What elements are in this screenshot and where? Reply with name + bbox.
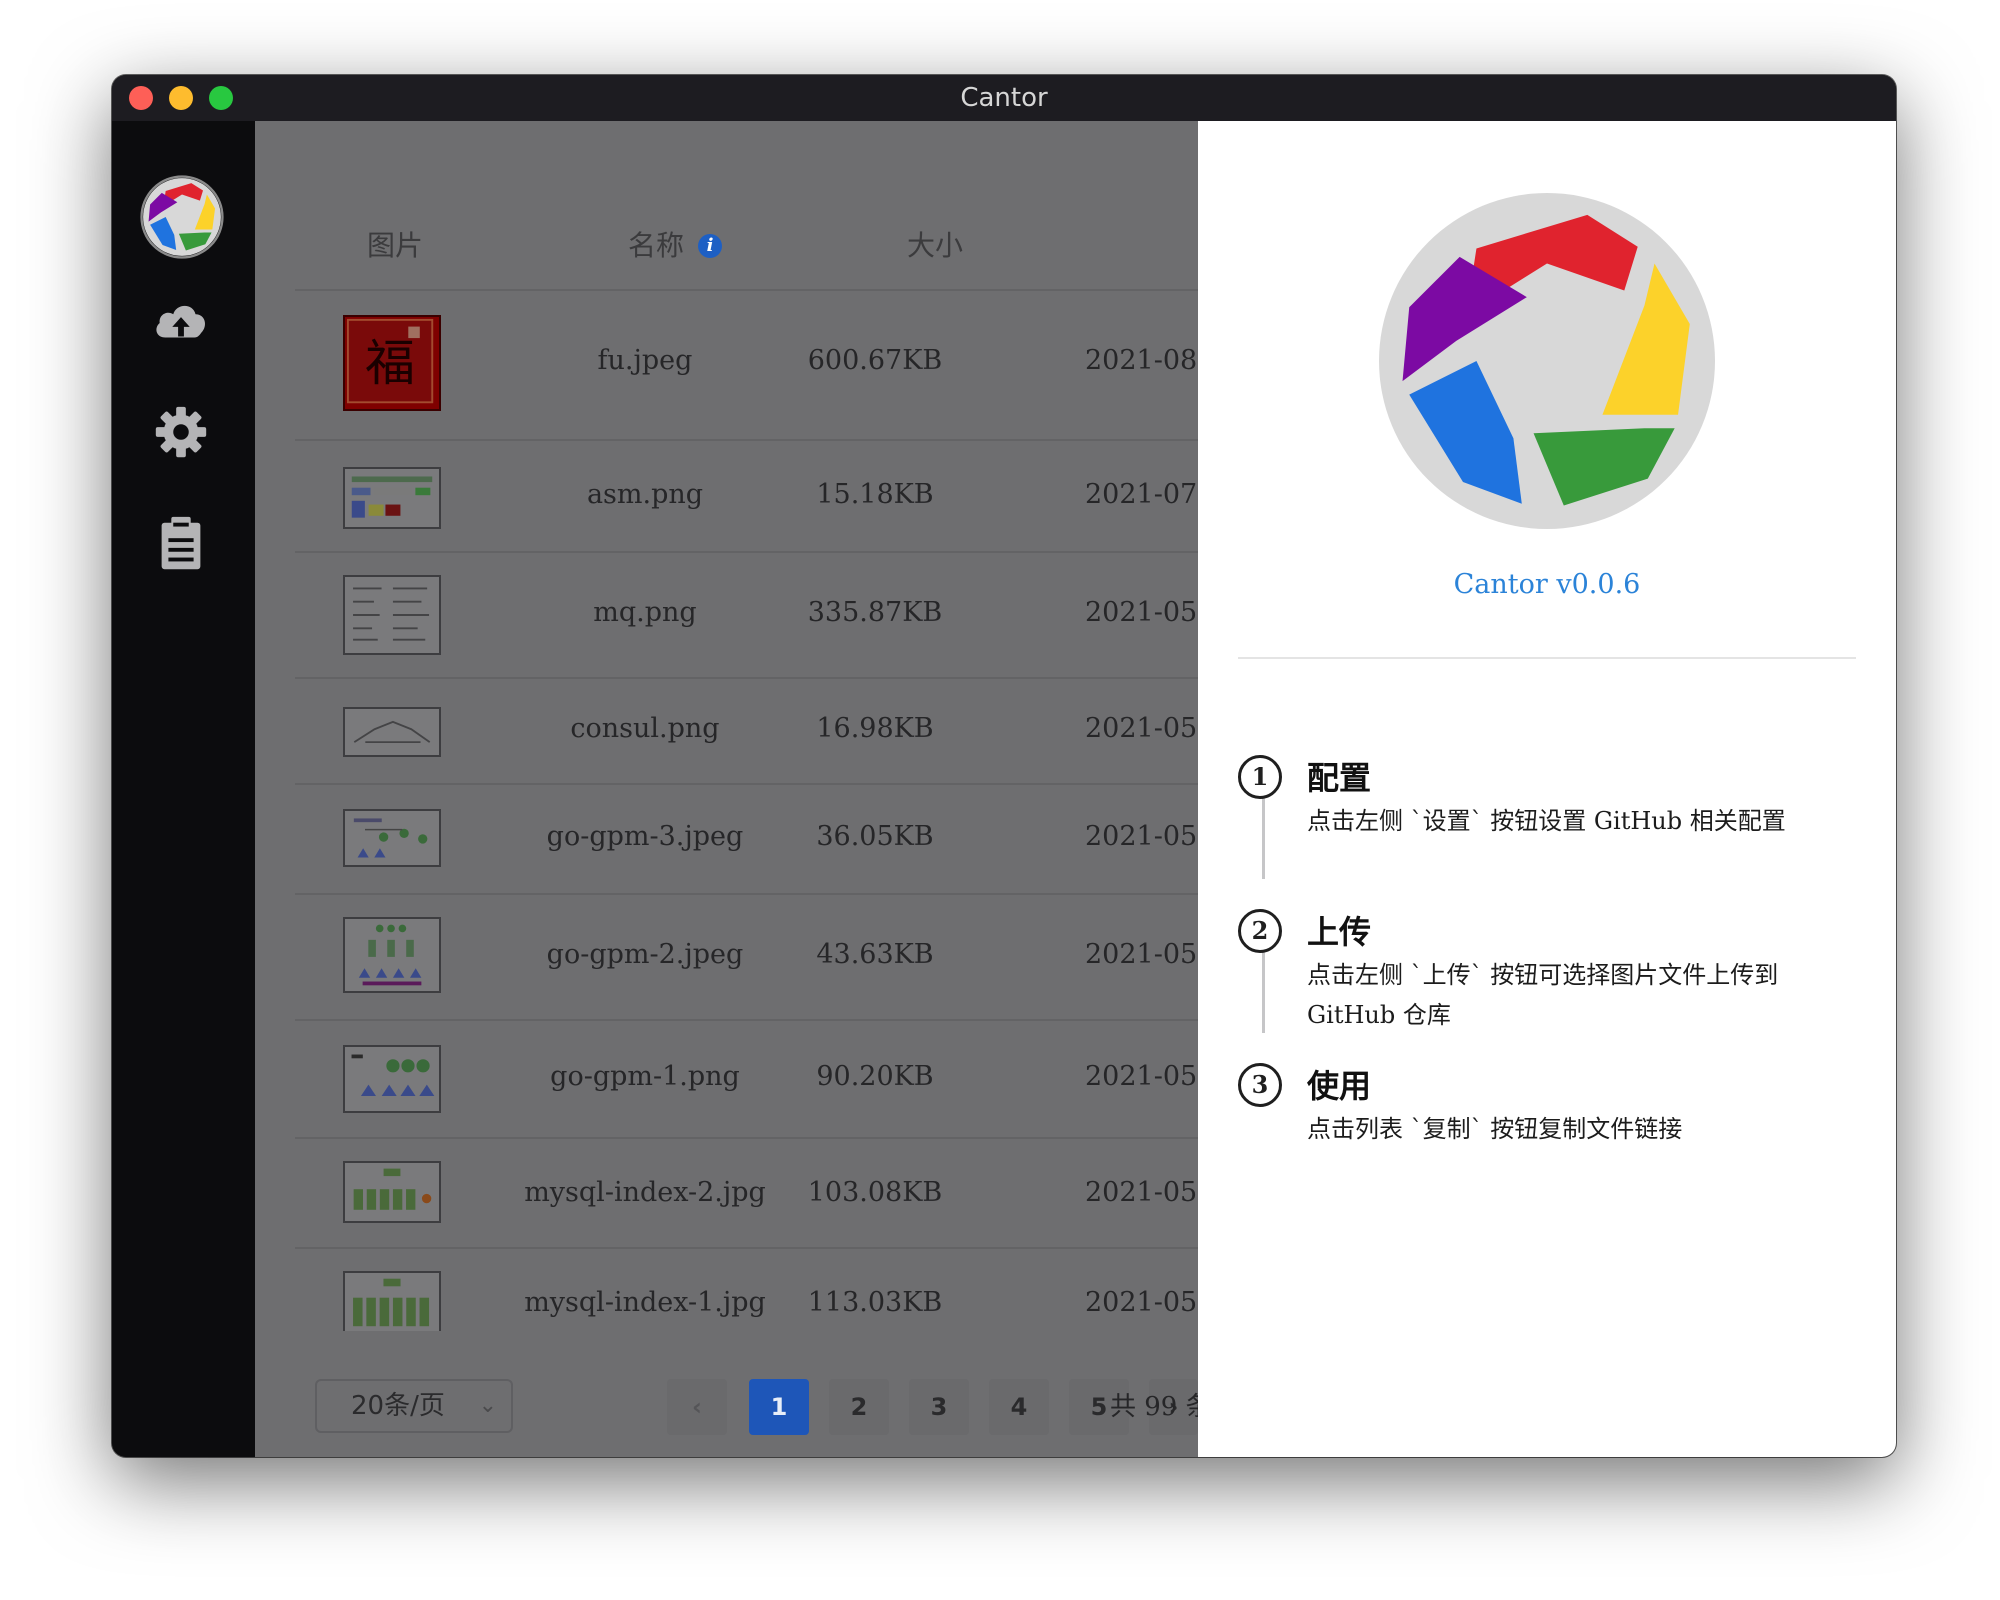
window-title: Cantor — [960, 83, 1048, 113]
step-description: 点击左侧 `上传` 按钮可选择图片文件上传到 GitHub 仓库 — [1307, 961, 1779, 1029]
upload-date: 2021-05 — [1085, 1287, 1198, 1318]
column-header-image: 图片 — [366, 229, 423, 262]
page-size-select[interactable]: 20条/页 ⌄ — [315, 1379, 513, 1433]
step-description: 点击左侧 `设置` 按钮设置 GitHub 相关配置 — [1307, 807, 1786, 835]
thumbnail-image[interactable] — [343, 1161, 441, 1223]
step-number: 2 — [1238, 909, 1282, 953]
upload-date: 2021-08 — [1085, 345, 1198, 376]
step-title: 配置 — [1307, 759, 1372, 797]
file-size: 113.03KB — [807, 1287, 943, 1318]
file-size: 16.98KB — [816, 713, 934, 744]
step-title: 上传 — [1307, 913, 1372, 951]
cantor-logo-icon — [1379, 193, 1715, 529]
app-window: Cantor 图片 名称 i 大小 福 fu.jpeg 600.67KB 202… — [112, 75, 1896, 1457]
thumbnail-image[interactable] — [343, 809, 441, 867]
thumbnail-image[interactable] — [343, 467, 441, 529]
file-name: go-gpm-3.jpeg — [546, 821, 744, 852]
upload-date: 2021-05 — [1085, 597, 1198, 628]
panel-divider — [1238, 657, 1856, 659]
file-size: 43.63KB — [816, 939, 934, 970]
upload-date: 2021-05 — [1085, 713, 1198, 744]
cantor-logo-icon[interactable] — [140, 175, 224, 259]
file-size: 90.20KB — [816, 1061, 934, 1092]
file-size: 600.67KB — [807, 345, 943, 376]
file-size: 335.87KB — [807, 597, 943, 628]
cloud-upload-icon[interactable] — [150, 291, 212, 353]
step-connector — [1262, 785, 1265, 879]
upload-date: 2021-05 — [1085, 939, 1198, 970]
column-header-name: 名称 i — [555, 221, 795, 271]
about-panel: Cantor v0.0.6 1 配置 点击左侧 `设置` 按钮设置 GitHub… — [1198, 121, 1896, 1457]
upload-date: 2021-07 — [1085, 479, 1198, 510]
thumbnail-image[interactable] — [343, 1045, 441, 1113]
step-number: 3 — [1238, 1063, 1282, 1107]
upload-date: 2021-05 — [1085, 1061, 1198, 1092]
sidebar — [112, 121, 255, 1457]
file-name: asm.png — [586, 479, 704, 510]
file-name: mysql-index-2.jpg — [524, 1177, 766, 1208]
file-name: go-gpm-1.png — [550, 1061, 740, 1092]
table-row[interactable]: consul.png 16.98KB 2021-05 — [295, 679, 1198, 785]
table-row[interactable]: 福 fu.jpeg 600.67KB 2021-08 — [295, 291, 1198, 441]
file-size: 103.08KB — [807, 1177, 943, 1208]
file-size: 15.18KB — [816, 479, 934, 510]
file-name: consul.png — [570, 713, 720, 744]
file-size: 36.05KB — [816, 821, 934, 852]
step-description: 点击列表 `复制` 按钮复制文件链接 — [1307, 1115, 1683, 1143]
page-size-value: 20条/页 — [351, 1391, 445, 1421]
table-row[interactable]: asm.png 15.18KB 2021-07 — [295, 441, 1198, 553]
column-header-name-label: 名称 — [627, 229, 684, 262]
column-header-size: 大小 — [906, 229, 963, 262]
table-row[interactable]: mysql-index-2.jpg 103.08KB 2021-05 — [295, 1139, 1198, 1249]
prev-page-button[interactable]: ‹ — [667, 1379, 727, 1435]
page-button-2[interactable]: 2 — [829, 1379, 889, 1435]
gear-icon[interactable] — [150, 401, 212, 463]
total-count: 共 99 条 — [1110, 1392, 1198, 1422]
thumbnail-image[interactable] — [343, 707, 441, 757]
chevron-down-icon: ⌄ — [478, 1393, 497, 1418]
upload-date: 2021-05 — [1085, 1177, 1198, 1208]
upload-date: 2021-05 — [1085, 821, 1198, 852]
file-name: mq.png — [593, 597, 697, 628]
pagination: 20条/页 ⌄ ‹ 1 2 3 4 5 › — [255, 1379, 1198, 1439]
image-list-area: 图片 名称 i 大小 福 fu.jpeg 600.67KB 2021-08 as… — [255, 121, 1198, 1457]
thumbnail-image[interactable] — [343, 917, 441, 993]
table-row[interactable]: mq.png 335.87KB 2021-05 — [295, 553, 1198, 679]
thumbnail-image[interactable]: 福 — [343, 315, 441, 411]
title-bar[interactable]: Cantor — [112, 75, 1896, 121]
clipboard-icon[interactable] — [150, 513, 212, 575]
app-version-link[interactable]: Cantor v0.0.6 — [1198, 569, 1896, 600]
info-icon[interactable]: i — [698, 234, 722, 258]
thumbnail-image[interactable] — [343, 575, 441, 655]
page-button-3[interactable]: 3 — [909, 1379, 969, 1435]
file-name: fu.jpeg — [597, 345, 693, 376]
table-row[interactable]: go-gpm-1.png 90.20KB 2021-05 — [295, 1021, 1198, 1139]
step-title: 使用 — [1307, 1067, 1372, 1105]
step-number: 1 — [1238, 755, 1282, 799]
page-button-4[interactable]: 4 — [989, 1379, 1049, 1435]
file-name: go-gpm-2.jpeg — [546, 939, 744, 970]
page-button-1[interactable]: 1 — [749, 1379, 809, 1435]
file-name: mysql-index-1.jpg — [524, 1287, 766, 1318]
step-connector — [1262, 939, 1265, 1033]
table-row[interactable]: go-gpm-2.jpeg 43.63KB 2021-05 — [295, 895, 1198, 1021]
svg-text:福: 福 — [365, 334, 415, 392]
table-row[interactable]: go-gpm-3.jpeg 36.05KB 2021-05 — [295, 785, 1198, 895]
